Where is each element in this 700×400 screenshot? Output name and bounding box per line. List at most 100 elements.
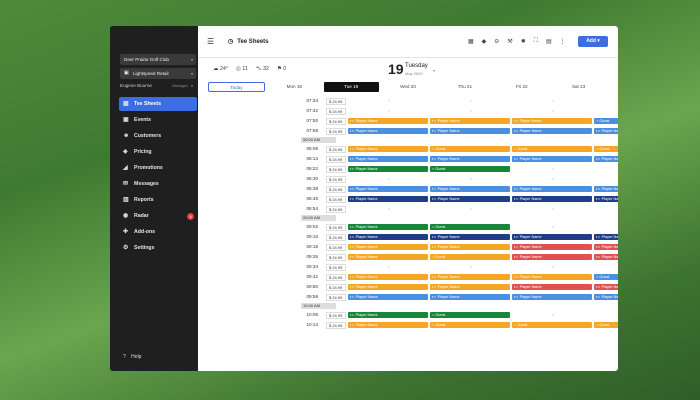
player-slot[interactable]: ◐◐ Player Name [348, 274, 428, 280]
day-tab-thu-21[interactable]: Thu 21 [437, 82, 492, 92]
empty-slot[interactable]: ○ [512, 176, 592, 182]
tee-price[interactable]: $ 24.99 [326, 223, 346, 231]
tee-time-row[interactable]: 09:34$ 24.99○○○○⚇◴ [198, 262, 618, 272]
tee-time-row[interactable]: 09:18 $ 24.99 ◐◐ Player Name ◐◐ Player Name… [198, 242, 618, 252]
tee-price[interactable]: $ 24.99 [326, 175, 346, 183]
tee-time-row[interactable]: 07:42$ 24.99○○○○⚇◴ [198, 106, 618, 116]
add-button[interactable]: Add ▾ [578, 36, 608, 47]
tee-time-row[interactable]: 07:58 $ 24.99 ◐◐ Player Name ◐◐ Player Name… [198, 126, 618, 136]
player-slot[interactable]: ◐◐ Player Name [430, 274, 510, 280]
player-slot[interactable]: ◐◐ Player Name [348, 294, 428, 300]
player-slot[interactable]: ◐◐ Player Name [430, 234, 510, 240]
tee-price[interactable]: $ 24.99 [326, 107, 346, 115]
tee-price[interactable]: $ 24.99 [326, 165, 346, 173]
bag-icon[interactable]: ◆ [482, 38, 487, 45]
tee-time-row[interactable]: 09:50 $ 24.99 ◐◐ Player Name ◐◐ Player Name… [198, 282, 618, 292]
player-slot[interactable]: ◐◐ Player Name [512, 156, 592, 162]
player-slot[interactable]: ◐◐ Player Name [348, 224, 428, 230]
player-slot[interactable]: ◐◐ Player Name [594, 186, 618, 192]
player-slot[interactable]: ◐◐ Player Name [348, 284, 428, 290]
player-slot[interactable]: ◐◐ Player Name [430, 294, 510, 300]
sidebar-item-promotions[interactable]: ◢ Promotions [119, 161, 197, 175]
empty-slot[interactable]: ○ [348, 206, 428, 212]
tee-time-row[interactable]: 08:22$ 24.99◐◐ Player Name○ Guest○○⚇◴ [198, 164, 618, 174]
day-tab-mon-18[interactable]: Mon 18 [267, 82, 322, 92]
guest-slot[interactable]: ○ Guest [512, 146, 592, 152]
tee-price[interactable]: $ 24.99 [326, 205, 346, 213]
player-slot[interactable]: ◐◐ Player Name [430, 244, 510, 250]
player-slot[interactable]: ◐◐ Player Name [430, 186, 510, 192]
tee-price[interactable]: $ 24.99 [326, 117, 346, 125]
location-selector[interactable]: ▣ Lightspeed Retail ▾ [120, 68, 196, 79]
empty-slot[interactable]: ○ [512, 98, 592, 104]
tee-price[interactable]: $ 24.99 [326, 195, 346, 203]
tee-price[interactable]: $ 24.99 [326, 263, 346, 271]
tee-time-row[interactable]: 09:58 $ 24.99 ◐◐ Player Name ◐◐ Player Name… [198, 292, 618, 302]
player-slot[interactable]: ◐◐ Player Name [348, 166, 428, 172]
tee-price[interactable]: $ 24.99 [326, 233, 346, 241]
player-slot[interactable]: ◐◐ Player Name [512, 234, 592, 240]
tee-price[interactable]: $ 24.99 [326, 185, 346, 193]
tee-price[interactable]: $ 24.99 [326, 321, 346, 329]
print-icon[interactable]: ▤ [546, 38, 552, 45]
guest-slot[interactable]: ○ Guest [430, 312, 510, 318]
date-display[interactable]: 19 Tuesday May 2020 ▾ [388, 62, 435, 76]
tee-time-row[interactable]: 08:14 $ 24.99 ◐◐ Player Name ◐◐ Player Name… [198, 154, 618, 164]
player-slot[interactable]: ◐◐ Player Name [348, 312, 428, 318]
day-tab-today[interactable]: Today [208, 82, 265, 92]
empty-slot[interactable]: ○ [594, 98, 618, 104]
empty-slot[interactable]: ○ [594, 224, 618, 230]
player-slot[interactable]: ◐◐ Player Name [430, 118, 510, 124]
guest-slot[interactable]: ○ Guest [430, 322, 510, 328]
empty-slot[interactable]: ○ [348, 264, 428, 270]
tee-price[interactable]: $ 24.99 [326, 97, 346, 105]
tee-price[interactable]: $ 24.99 [326, 127, 346, 135]
player-slot[interactable]: ◐◐ Player Name [512, 284, 592, 290]
empty-slot[interactable]: ○ [512, 224, 592, 230]
sidebar-item-pricing[interactable]: ◈ Pricing [119, 145, 197, 159]
guest-slot[interactable]: ○ Guest [594, 274, 618, 280]
tee-price[interactable]: $ 24.99 [326, 283, 346, 291]
player-slot[interactable]: ◐◐ Player Name [348, 118, 428, 124]
tee-time-row[interactable]: 07:34$ 24.99○○○○⚇◴ [198, 96, 618, 106]
day-tab-tue-19[interactable]: Tue 19 [323, 82, 379, 92]
player-slot[interactable]: ◐◐ Player Name [512, 128, 592, 134]
guest-slot[interactable]: ○ Guest [594, 322, 618, 328]
player-slot[interactable]: ◐◐ Player Name [594, 244, 618, 250]
guest-slot[interactable]: ○ Guest [512, 322, 592, 328]
day-tab-sat-23[interactable]: Sat 23 [551, 82, 606, 92]
tee-time-row[interactable]: 08:46 $ 24.99 ◐◐ Player Name ◐◐ Player Name… [198, 194, 618, 204]
tee-time-row[interactable]: 09:26 $ 24.99 ◐◐ Player Name ○ Guest ◐◐ Play… [198, 252, 618, 262]
guest-slot[interactable]: ○ Guest [430, 224, 510, 230]
tee-price[interactable]: $ 24.99 [326, 253, 346, 261]
guest-slot[interactable]: ○ Guest [430, 166, 510, 172]
guest-slot[interactable]: ○ Guest [594, 146, 618, 152]
day-tab-wed-20[interactable]: Wed 20 [381, 82, 436, 92]
player-slot[interactable]: ◐◐ Player Name [430, 156, 510, 162]
tee-time-row[interactable]: 08:54$ 24.99○○○○⚇◴ [198, 204, 618, 214]
player-slot[interactable]: ◐◐ Player Name [430, 196, 510, 202]
player-slot[interactable]: ◐◐ Player Name [348, 322, 428, 328]
player-slot[interactable]: ◐◐ Player Name [348, 196, 428, 202]
tee-time-row[interactable]: 09:10 $ 24.99 ◐◐ Player Name ◐◐ Player Name… [198, 232, 618, 242]
player-slot[interactable]: ◐◐ Player Name [348, 254, 428, 260]
empty-slot[interactable]: ○ [430, 206, 510, 212]
tee-price[interactable]: $ 24.99 [326, 273, 346, 281]
player-slot[interactable]: ◐◐ Player Name [594, 254, 618, 260]
player-slot[interactable]: ◐◐ Player Name [594, 196, 618, 202]
player-slot[interactable]: ◐◐ Player Name [348, 244, 428, 250]
player-slot[interactable]: ◐◐ Player Name [594, 128, 618, 134]
guest-slot[interactable]: ○ Guest [430, 254, 510, 260]
empty-slot[interactable]: ○ [512, 264, 592, 270]
player-slot[interactable]: ◐◐ Player Name [348, 146, 428, 152]
player-slot[interactable]: ◐◐ Player Name [348, 128, 428, 134]
tee-time-row[interactable]: 08:06 $ 24.99 ◐◐ Player Name ○ Guest ○ Guest… [198, 144, 618, 154]
tee-time-row[interactable]: 10:14 $ 24.99 ◐◐ Player Name ○ Guest ○ Guest… [198, 320, 618, 330]
player-slot[interactable]: ◐◐ Player Name [512, 274, 592, 280]
empty-slot[interactable]: ○ [512, 206, 592, 212]
tee-time-row[interactable]: 08:30$ 24.99○○○○⚇◴ [198, 174, 618, 184]
more-icon[interactable]: ⋮ [560, 38, 566, 45]
bug-icon[interactable]: ✹ [521, 38, 526, 45]
player-slot[interactable]: ◐◐ Player Name [594, 156, 618, 162]
player-slot[interactable]: ◐◐ Player Name [512, 254, 592, 260]
